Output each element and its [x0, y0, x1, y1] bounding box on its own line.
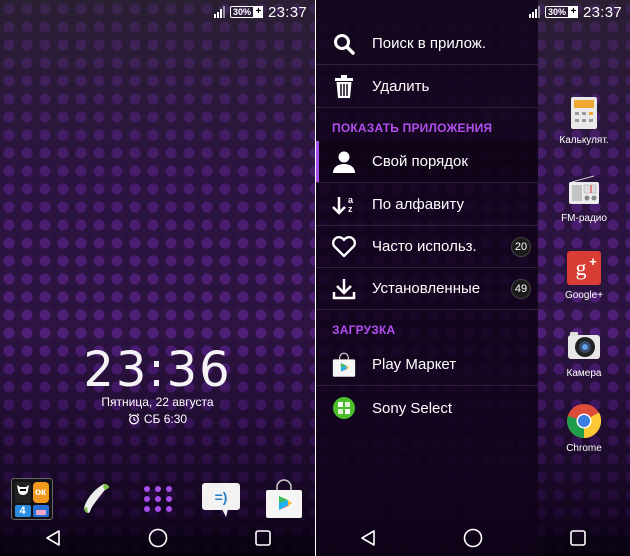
count-badge: 49 — [511, 278, 531, 299]
svg-text:+: + — [589, 254, 597, 269]
trash-icon — [335, 74, 353, 98]
home-button[interactable] — [443, 520, 503, 556]
sony-select-icon — [333, 397, 355, 419]
search-icon — [334, 33, 355, 55]
camera-icon — [566, 328, 602, 364]
status-bar: 30% + 23:37 — [213, 0, 315, 24]
menu-item-most-used[interactable]: Часто использ. 20 — [316, 226, 538, 268]
alarm-time: СБ 6:30 — [143, 412, 188, 426]
menu-item-sony-select[interactable]: Sony Select — [316, 387, 538, 429]
dock: ок 4 =) — [0, 478, 315, 520]
play-store-icon[interactable] — [263, 478, 305, 520]
battery-icon: 30% + — [229, 6, 263, 18]
app-folder-icon[interactable]: ок 4 — [10, 478, 53, 520]
chrome-icon — [566, 403, 602, 439]
signal-icon — [213, 6, 225, 18]
back-icon — [45, 530, 60, 546]
svg-text:g: g — [576, 255, 587, 280]
drawer-menu: Поиск в прилож. Удалить ПОКАЗАТЬ ПРИЛОЖЕ… — [316, 0, 538, 556]
menu-item-label: Свой порядок — [372, 153, 468, 170]
menu-item-label: Установленные — [372, 280, 481, 297]
section-header-show-apps: ПОКАЗАТЬ ПРИЛОЖЕНИЯ — [332, 121, 493, 135]
app-camera[interactable]: Камера — [538, 328, 630, 379]
menu-item-label: Удалить — [372, 78, 430, 95]
back-button[interactable] — [23, 520, 83, 556]
alarm-clock-icon — [128, 413, 140, 425]
menu-item-alphabetical[interactable]: az По алфавиту — [316, 184, 538, 226]
status-time: 23:37 — [267, 3, 307, 21]
svg-text:z: z — [348, 204, 353, 214]
app-fm-radio[interactable]: FM-радио — [538, 173, 630, 224]
recents-icon — [254, 530, 271, 546]
calculator-icon — [566, 95, 602, 131]
heart-icon — [332, 235, 356, 257]
home-icon — [463, 528, 483, 548]
menu-item-label: Часто использ. — [372, 238, 477, 255]
app-calculator[interactable]: Калькулят. — [538, 95, 630, 146]
app-chrome[interactable]: Chrome — [538, 403, 630, 454]
navigation-bar — [316, 520, 630, 556]
app-drawer-screen: Телефон Сообщения Будильник и часы Альбо… — [316, 0, 630, 556]
download-icon — [332, 278, 356, 299]
app-label: FM-радио — [561, 213, 607, 224]
home-icon — [148, 528, 167, 548]
status-time: 23:37 — [582, 3, 622, 21]
back-button[interactable] — [338, 520, 398, 556]
person-icon — [333, 151, 355, 173]
recents-button[interactable] — [548, 520, 608, 556]
section-header-download: ЗАГРУЗКА — [332, 323, 396, 337]
svg-text:=): =) — [214, 489, 227, 505]
next-alarm: СБ 6:30 — [0, 412, 315, 426]
app-label: Google+ — [564, 290, 604, 301]
google-plus-icon: g + — [566, 250, 602, 286]
menu-item-play-store[interactable]: Play Маркет — [316, 344, 538, 386]
back-icon — [361, 530, 376, 546]
menu-item-installed[interactable]: Установленные 49 — [316, 268, 538, 310]
count-badge: 20 — [511, 236, 531, 257]
app-label: Chrome — [566, 443, 602, 454]
menu-item-custom-order[interactable]: Свой порядок — [316, 141, 538, 183]
menu-item-label: Play Маркет — [372, 356, 457, 373]
menu-item-label: Sony Select — [372, 399, 453, 417]
navigation-bar — [0, 520, 315, 556]
play-store-icon — [332, 352, 356, 377]
lock-home-screen: 30% + 23:37 23:36 Пятница, 22 августа СБ … — [0, 0, 315, 556]
recents-icon — [569, 530, 586, 546]
clock-widget[interactable]: 23:36 Пятница, 22 августа СБ 6:30 — [0, 345, 315, 426]
sort-alpha-icon: az — [332, 195, 354, 215]
clock-time: 23:36 — [83, 342, 232, 398]
recents-button[interactable] — [233, 520, 293, 556]
menu-item-label: По алфавиту — [372, 196, 464, 213]
app-drawer-grid-icon[interactable] — [137, 478, 179, 520]
app-label: Камера — [566, 368, 602, 379]
messaging-icon[interactable]: =) — [200, 478, 242, 520]
app-label: Калькулят. — [559, 135, 609, 146]
menu-item-label: Поиск в прилож. — [372, 35, 487, 52]
status-bar: 30% + 23:37 — [528, 0, 630, 24]
menu-item-search[interactable]: Поиск в прилож. — [316, 23, 538, 65]
phone-icon[interactable] — [74, 478, 116, 520]
menu-item-uninstall[interactable]: Удалить — [316, 66, 538, 108]
fm-radio-icon — [566, 173, 602, 209]
battery-icon: 30% + — [544, 6, 578, 18]
wallpaper — [0, 0, 315, 556]
signal-icon — [528, 6, 540, 18]
app-google-plus[interactable]: g + Google+ — [538, 250, 630, 301]
home-button[interactable] — [128, 520, 188, 556]
